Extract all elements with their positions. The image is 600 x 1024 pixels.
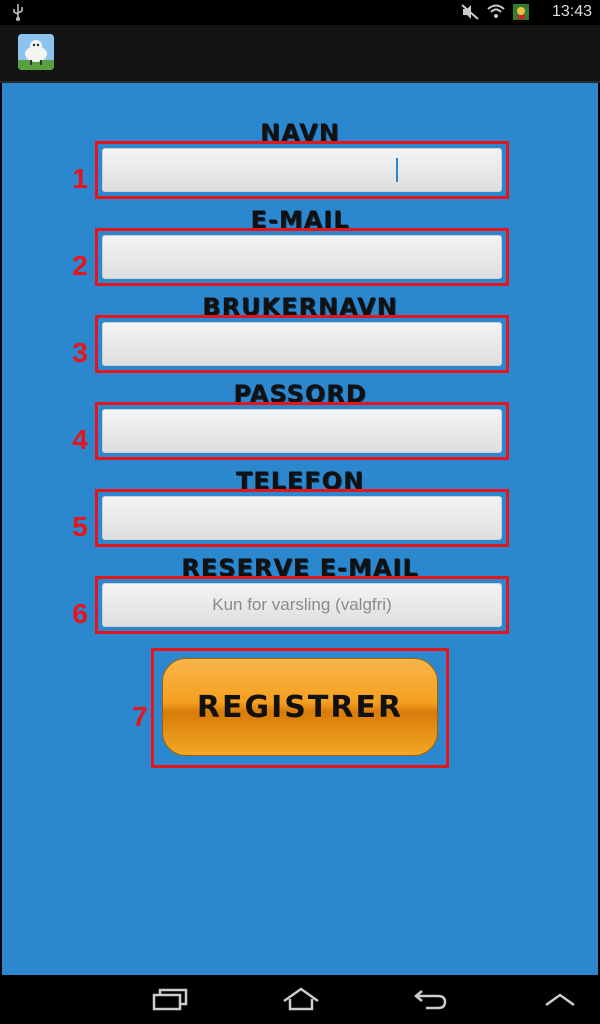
register-button[interactable]: REGISTRER xyxy=(162,658,438,756)
annotation-frame-4 xyxy=(95,402,509,460)
back-icon[interactable] xyxy=(412,987,448,1011)
mute-icon xyxy=(461,4,479,20)
annotation-number-1: 1 xyxy=(72,163,88,194)
action-bar xyxy=(0,25,600,83)
annotation-frame-3 xyxy=(95,315,509,373)
annotation-frame-6 xyxy=(95,576,509,634)
wifi-icon xyxy=(487,4,505,18)
registration-form: NAVN 1 E-MAIL 2 BRUKERNAVN 3 PASSORD 4 T… xyxy=(2,83,598,975)
annotation-number-7: 7 xyxy=(132,701,148,732)
annotation-number-4: 4 xyxy=(72,424,88,455)
chevron-up-icon[interactable] xyxy=(544,993,576,1007)
usb-icon xyxy=(13,4,23,21)
annotation-frame-2 xyxy=(95,228,509,286)
annotation-number-2: 2 xyxy=(72,250,88,281)
username-input[interactable] xyxy=(102,322,502,366)
navigation-bar xyxy=(0,975,600,1024)
home-icon[interactable] xyxy=(282,987,320,1011)
annotation-frame-1 xyxy=(95,141,509,199)
password-input[interactable] xyxy=(102,409,502,453)
phone-input[interactable] xyxy=(102,496,502,540)
recent-apps-icon[interactable] xyxy=(152,987,188,1011)
reserve-email-input[interactable] xyxy=(102,583,502,627)
annotation-frame-7: REGISTRER xyxy=(151,648,449,768)
app-logo-icon[interactable] xyxy=(18,34,54,70)
clock: 13:43 xyxy=(551,3,592,20)
annotation-number-5: 5 xyxy=(72,511,88,542)
notification-icon xyxy=(513,4,529,20)
annotation-number-6: 6 xyxy=(72,598,88,629)
name-input[interactable] xyxy=(102,148,502,192)
email-input[interactable] xyxy=(102,235,502,279)
status-bar: 13:43 xyxy=(0,0,600,25)
text-cursor xyxy=(396,158,398,182)
annotation-number-3: 3 xyxy=(72,337,88,368)
annotation-frame-5 xyxy=(95,489,509,547)
